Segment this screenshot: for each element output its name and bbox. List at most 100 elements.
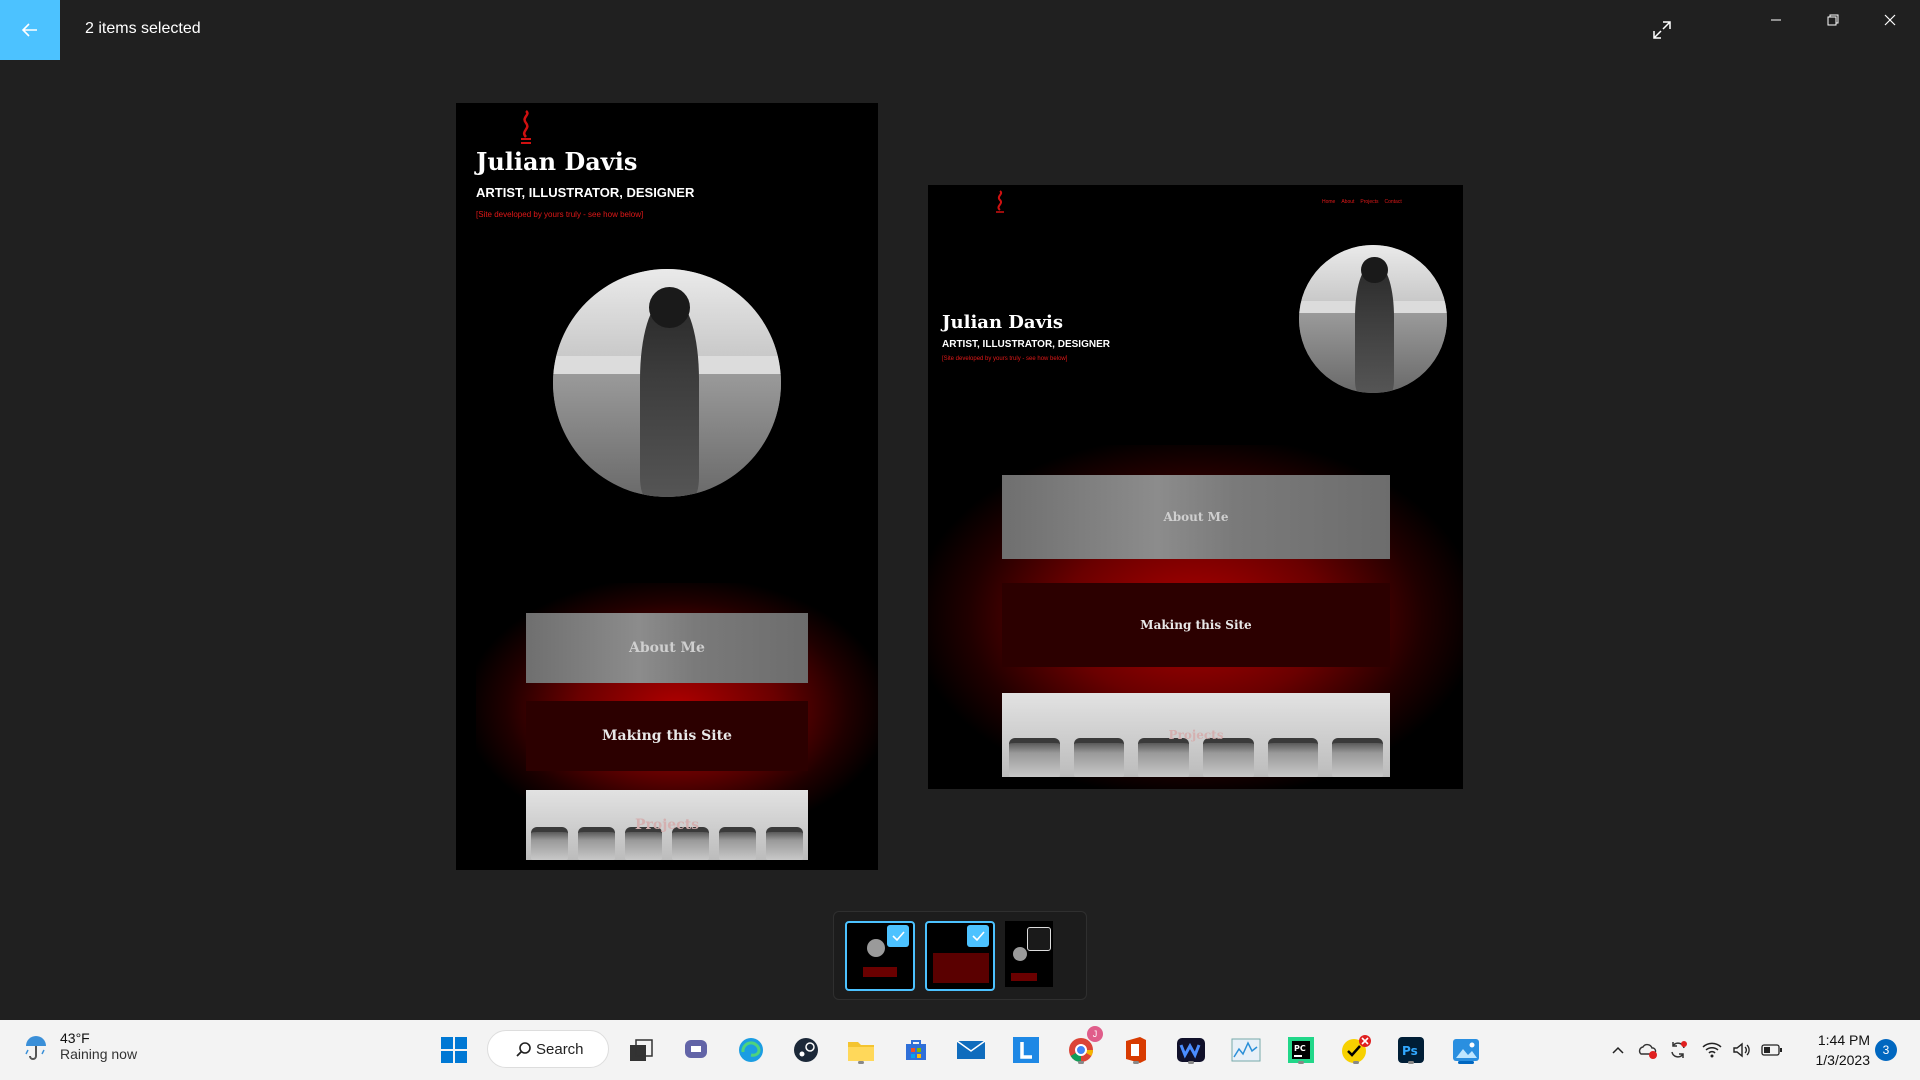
file-explorer-app[interactable] bbox=[843, 1032, 879, 1068]
task-view-button[interactable] bbox=[623, 1032, 659, 1068]
clock-time: 1:44 PM bbox=[1817, 1032, 1870, 1048]
chrome-app[interactable]: J bbox=[1063, 1026, 1103, 1068]
svg-text:Ps: Ps bbox=[1402, 1044, 1418, 1058]
arrow-left-icon bbox=[21, 23, 37, 37]
about-me-panel: About Me bbox=[1002, 475, 1390, 559]
l-app[interactable] bbox=[1008, 1032, 1044, 1068]
mail-icon bbox=[956, 1040, 986, 1059]
projects-label: Projects bbox=[1168, 728, 1224, 742]
volume-tray[interactable] bbox=[1730, 1038, 1754, 1062]
about-me-panel: About Me bbox=[526, 613, 808, 683]
photos-icon bbox=[1453, 1039, 1479, 1061]
projects-panel: Projects bbox=[1002, 693, 1390, 777]
nav-contact: Contact bbox=[1384, 199, 1402, 205]
checkbox-unselected[interactable] bbox=[1027, 927, 1051, 951]
edge-browser-icon bbox=[739, 1038, 763, 1062]
expand-icon bbox=[1653, 21, 1671, 39]
onedrive-tray[interactable] bbox=[1636, 1038, 1660, 1062]
pycharm-icon: PC bbox=[1288, 1037, 1314, 1063]
checkmark-icon bbox=[892, 931, 905, 942]
search-label: Search bbox=[536, 1040, 584, 1058]
weather-widget[interactable]: 43°F Raining now bbox=[20, 1030, 137, 1062]
thumbnail-filmstrip bbox=[833, 911, 1087, 1000]
selection-count: 2 items selected bbox=[85, 20, 201, 37]
taskbar-search[interactable]: Search bbox=[487, 1030, 609, 1068]
thumbnail-mobile[interactable] bbox=[845, 921, 915, 991]
tasks-app[interactable] bbox=[1338, 1032, 1374, 1068]
start-button[interactable] bbox=[436, 1032, 472, 1068]
restore-icon bbox=[1827, 14, 1839, 26]
speaker-icon bbox=[1733, 1042, 1750, 1058]
site-note: [Site developed by yours truly - see how… bbox=[476, 210, 644, 219]
rain-cloud-icon bbox=[25, 1036, 46, 1060]
thumbnail-desktop[interactable] bbox=[925, 921, 995, 991]
webex-icon bbox=[1177, 1038, 1205, 1062]
site-nav: Home About Projects Contact bbox=[1322, 199, 1402, 205]
wifi-tray[interactable] bbox=[1700, 1038, 1724, 1062]
site-logo-icon bbox=[996, 190, 1004, 213]
close-button[interactable] bbox=[1870, 8, 1910, 32]
steam-app[interactable] bbox=[788, 1032, 824, 1068]
windows-start-icon bbox=[441, 1037, 467, 1063]
photoshop-icon: Ps bbox=[1398, 1037, 1424, 1063]
battery-tray[interactable] bbox=[1760, 1038, 1784, 1062]
clock[interactable]: 1:44 PM 1/3/2023 bbox=[1800, 1030, 1871, 1070]
folder-icon bbox=[848, 1042, 874, 1061]
thumbnail-mobile-2[interactable] bbox=[1005, 921, 1053, 987]
mobile-screenshot-image[interactable]: Julian Davis ARTIST, ILLUSTRATOR, DESIGN… bbox=[456, 103, 878, 870]
pycharm-app[interactable]: PC bbox=[1283, 1032, 1319, 1068]
back-button[interactable] bbox=[0, 0, 60, 60]
title-bar: 2 items selected bbox=[0, 0, 1920, 60]
site-role: ARTIST, ILLUSTRATOR, DESIGNER bbox=[942, 339, 1110, 350]
store-app[interactable] bbox=[898, 1032, 934, 1068]
nav-home: Home bbox=[1322, 199, 1336, 205]
checkmark-icon bbox=[972, 931, 985, 942]
svg-text:PC: PC bbox=[1294, 1044, 1306, 1053]
minimize-button[interactable] bbox=[1756, 8, 1796, 32]
restore-button[interactable] bbox=[1813, 8, 1853, 32]
sync-icon bbox=[1671, 1041, 1687, 1058]
clock-date: 1/3/2023 bbox=[1815, 1052, 1871, 1068]
photoshop-app[interactable]: Ps bbox=[1393, 1032, 1429, 1068]
making-site-panel: Making this Site bbox=[526, 701, 808, 771]
site-note: [Site developed by yours truly - see how… bbox=[942, 356, 1068, 362]
performance-chart-icon bbox=[1231, 1038, 1261, 1062]
show-hidden-icons-button[interactable] bbox=[1606, 1038, 1630, 1062]
projects-label: Projects bbox=[634, 817, 700, 833]
cloud-error-icon bbox=[1638, 1043, 1657, 1059]
task-view-icon bbox=[630, 1039, 653, 1061]
portrait-photo bbox=[553, 269, 781, 497]
checkbox-selected[interactable] bbox=[887, 925, 909, 947]
taskbar: 43°F Raining now Search J PC Ps 1:44 PM … bbox=[0, 1020, 1920, 1080]
mail-app[interactable] bbox=[953, 1032, 989, 1068]
nav-about: About bbox=[1341, 199, 1355, 205]
chat-app[interactable] bbox=[678, 1032, 714, 1068]
office-icon bbox=[1126, 1037, 1146, 1063]
search-icon bbox=[516, 1042, 531, 1057]
notification-badge[interactable]: 3 bbox=[1875, 1039, 1897, 1061]
profile-badge: J bbox=[1087, 1026, 1103, 1042]
steam-icon bbox=[794, 1038, 818, 1062]
photos-app[interactable] bbox=[1448, 1032, 1484, 1068]
office-app[interactable] bbox=[1118, 1032, 1154, 1068]
weather-temperature: 43°F bbox=[60, 1030, 90, 1046]
edge-app[interactable] bbox=[733, 1032, 769, 1068]
minimize-icon bbox=[1771, 19, 1781, 21]
fullscreen-button[interactable] bbox=[1644, 14, 1680, 46]
making-site-panel: Making this Site bbox=[1002, 583, 1390, 667]
portrait-photo bbox=[1299, 245, 1447, 393]
checkbox-selected[interactable] bbox=[967, 925, 989, 947]
nav-projects: Projects bbox=[1360, 199, 1379, 205]
weather-condition: Raining now bbox=[60, 1046, 138, 1062]
performance-monitor-app[interactable] bbox=[1228, 1032, 1264, 1068]
wifi-icon bbox=[1702, 1042, 1722, 1058]
site-name: Julian Davis bbox=[942, 312, 1063, 333]
close-icon bbox=[1884, 14, 1896, 26]
webex-app[interactable] bbox=[1173, 1032, 1209, 1068]
desktop-screenshot-image[interactable]: Home About Projects Contact Julian Davis… bbox=[928, 185, 1463, 789]
projects-panel: Projects bbox=[526, 790, 808, 860]
battery-icon bbox=[1761, 1044, 1782, 1056]
site-name: Julian Davis bbox=[476, 147, 638, 176]
sync-tray[interactable] bbox=[1666, 1038, 1690, 1062]
site-role: ARTIST, ILLUSTRATOR, DESIGNER bbox=[476, 185, 695, 200]
